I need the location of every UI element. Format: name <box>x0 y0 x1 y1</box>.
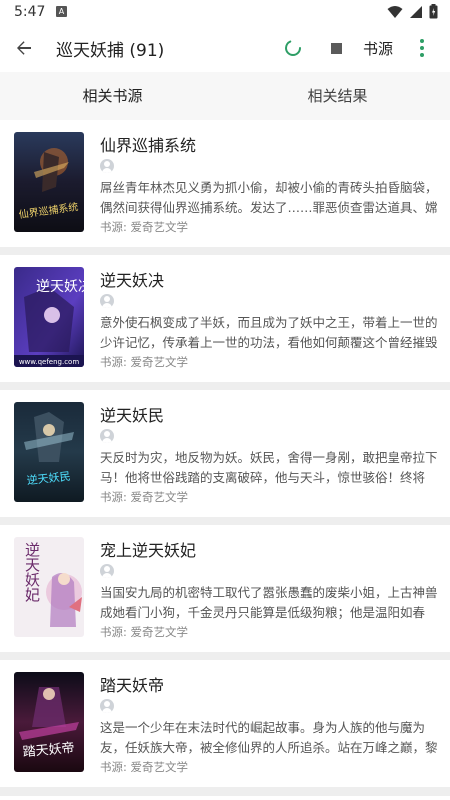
book-cover: 逆天妖妃 <box>14 537 84 637</box>
status-bar: 5:47 A <box>0 0 450 24</box>
stop-icon <box>330 42 342 54</box>
book-cover: 踏天妖帝 <box>14 672 84 772</box>
book-card[interactable]: 逆天妖决 www.qefeng.com 逆天妖决 意外使石枫变成了半妖，而且成为… <box>0 255 450 382</box>
book-cover: 逆天妖民 <box>14 402 84 502</box>
book-intro: 意外使石枫变成了半妖，而且成为了妖中之王，带着上一世的少许记忆，传承着上一世的功… <box>100 315 438 350</box>
more-menu-button[interactable] <box>412 36 432 60</box>
tab-bar: 相关书源 相关结果 <box>0 72 450 120</box>
notification-icon: A <box>56 6 67 17</box>
book-source: 书源: 爱奇艺文学 <box>100 220 189 234</box>
book-source: 书源: 爱奇艺文学 <box>100 490 189 504</box>
book-title: 踏天妖帝 <box>100 676 165 695</box>
book-intro: 这是一个少年在末法时代的崛起故事。身为人族的他与魔为友，任妖族大帝，被全修仙界的… <box>100 720 438 755</box>
book-card[interactable]: 逆天妖妃 宠上逆天妖妃 当国安九局的机密特工取代了嚣张愚蠢的废柴小姐，上古神兽成… <box>0 525 450 652</box>
wifi-icon <box>387 5 403 18</box>
book-title: 逆天妖民 <box>100 406 165 425</box>
app-bar: 巡天妖捕 (91) 书源 <box>0 24 450 72</box>
book-title: 逆天妖决 <box>100 271 165 290</box>
book-source: 书源: 爱奇艺文学 <box>100 760 189 774</box>
book-cover: 逆天妖决 www.qefeng.com <box>14 267 84 367</box>
book-list: 仙界巡捕系统 仙界巡捕系统 屌丝青年林杰见义勇为抓小偷，却被小偷的青砖头拍昏脑袋… <box>0 120 450 800</box>
book-intro: 屌丝青年林杰见义勇为抓小偷，却被小偷的青砖头拍昏脑袋，偶然间获得仙界巡捕系统。发… <box>100 180 438 215</box>
next-card-edge <box>0 796 450 800</box>
status-time: 5:47 <box>14 4 46 20</box>
cover-title-text: 逆天妖决 <box>36 279 84 295</box>
book-source: 书源: 爱奇艺文学 <box>100 355 189 369</box>
battery-icon <box>429 4 438 19</box>
tab-related-results[interactable]: 相关结果 <box>225 72 450 120</box>
loading-spinner-icon <box>285 40 301 56</box>
book-source: 书源: 爱奇艺文学 <box>100 625 189 639</box>
back-button[interactable] <box>10 34 38 62</box>
author-icon <box>100 699 114 713</box>
more-vert-icon <box>420 39 424 43</box>
cover-url-text: www.qefeng.com <box>19 358 80 366</box>
book-intro: 天反时为灾，地反物为妖。妖民，舍得一身剐，敢把皇帝拉下马！他将世俗践踏的支离破碎… <box>100 450 438 485</box>
author-icon <box>100 564 114 578</box>
page-title: 巡天妖捕 (91) <box>56 41 165 61</box>
status-icons <box>387 4 438 19</box>
cover-title-text: 逆天妖妃 <box>23 542 41 603</box>
author-icon <box>100 294 114 308</box>
book-title: 宠上逆天妖妃 <box>100 541 197 560</box>
book-card[interactable]: 仙界巡捕系统 仙界巡捕系统 屌丝青年林杰见义勇为抓小偷，却被小偷的青砖头拍昏脑袋… <box>0 120 450 247</box>
author-icon <box>100 429 114 443</box>
book-intro: 当国安九局的机密特工取代了嚣张愚蠢的废柴小姐，上古神兽成她看门小狗，千金灵丹只能… <box>100 585 438 620</box>
tab-related-sources[interactable]: 相关书源 <box>0 72 225 120</box>
book-card[interactable]: 逆天妖民 逆天妖民 天反时为灾，地反物为妖。妖民，舍得一身剐，敢把皇帝拉下马！他… <box>0 390 450 517</box>
signal-icon <box>410 5 422 18</box>
book-title: 仙界巡捕系统 <box>100 136 197 155</box>
book-card[interactable]: 踏天妖帝 踏天妖帝 这是一个少年在末法时代的崛起故事。身为人族的他与魔为友，任妖… <box>0 660 450 787</box>
book-cover: 仙界巡捕系统 <box>14 132 84 232</box>
author-icon <box>100 159 114 173</box>
stop-button[interactable] <box>326 38 346 58</box>
arrow-back-icon <box>17 41 31 55</box>
source-button[interactable]: 书源 <box>363 38 393 59</box>
